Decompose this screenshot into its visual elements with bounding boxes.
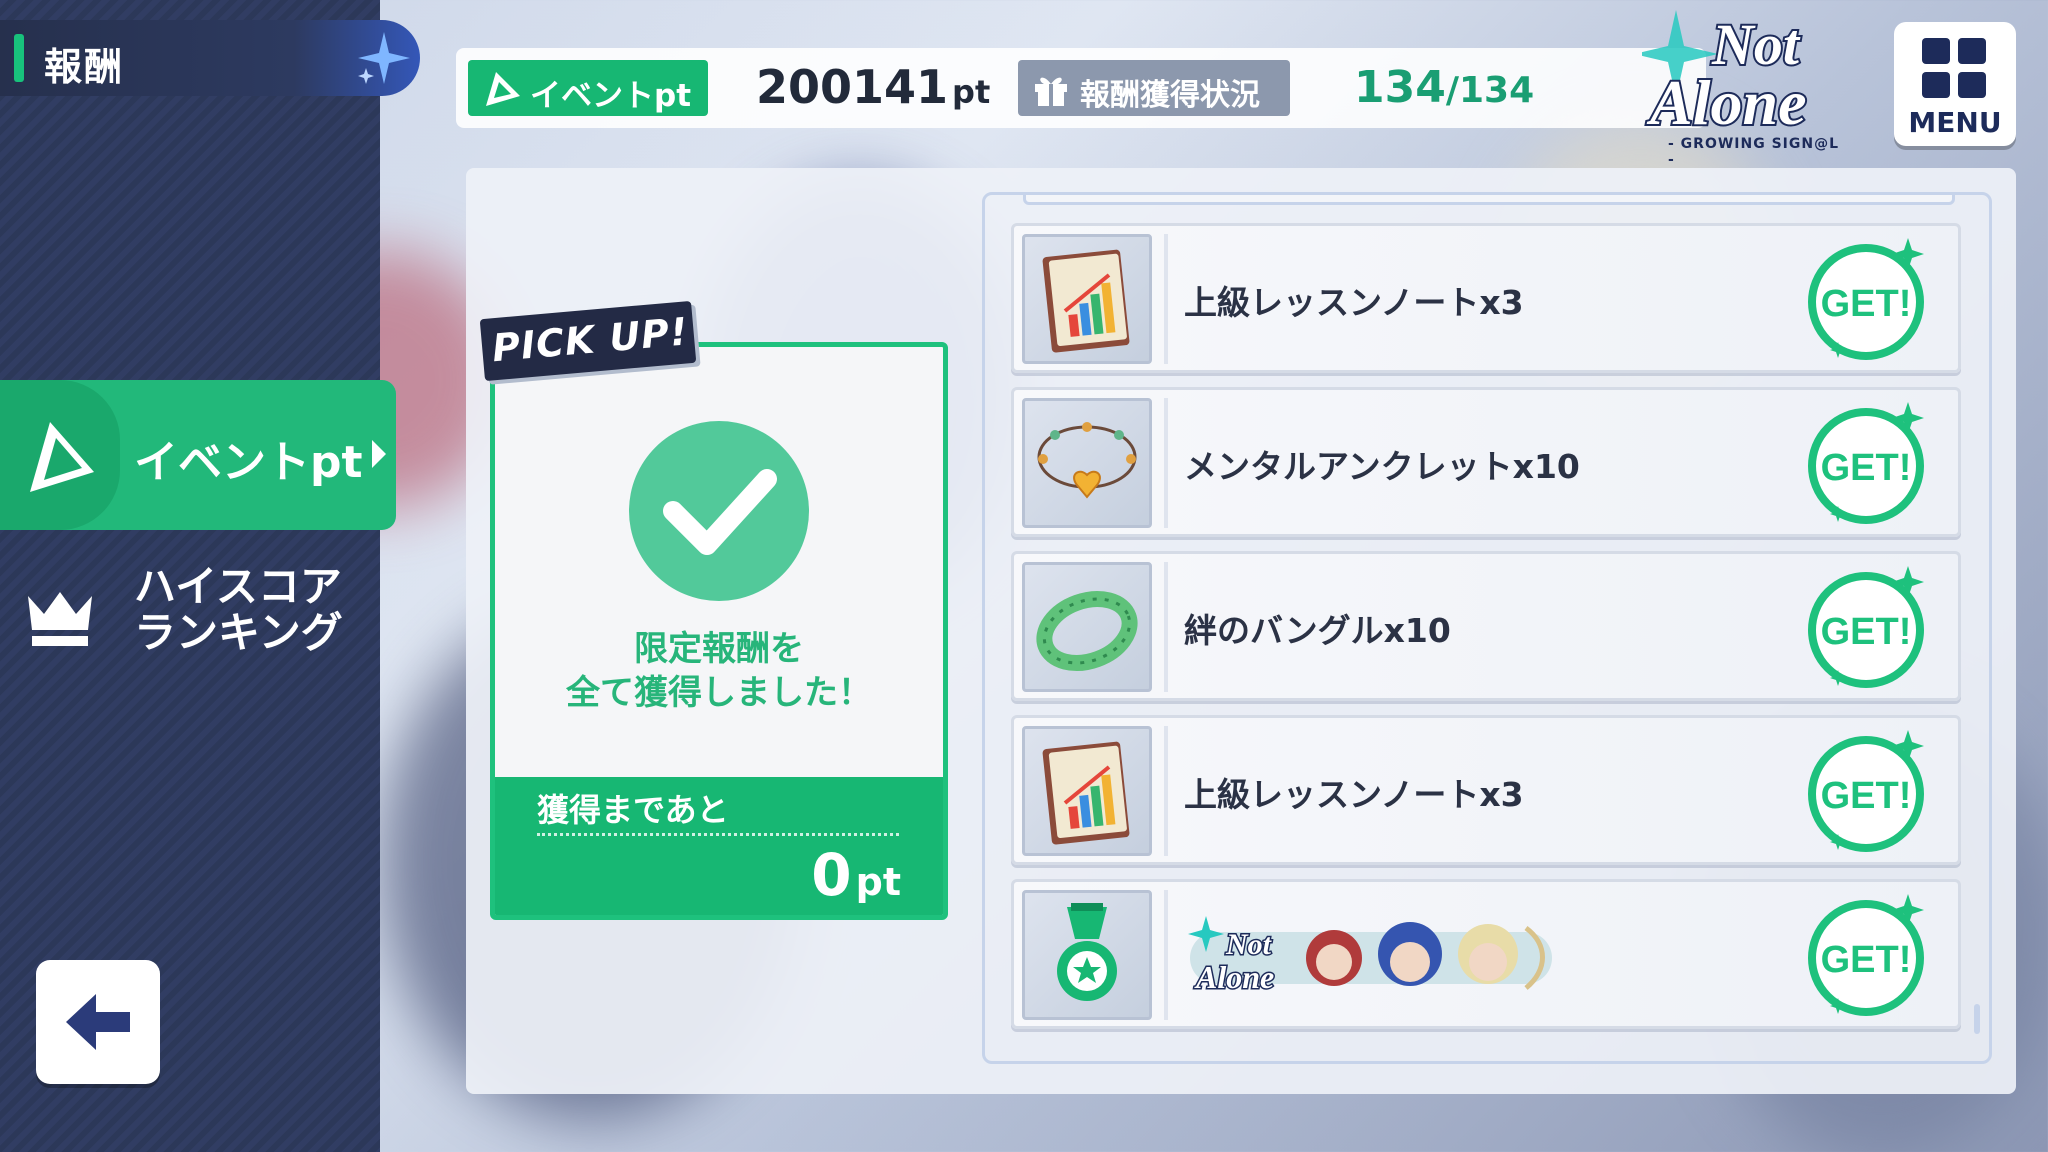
flag-icon — [486, 72, 520, 106]
remaining-number: 0 — [811, 841, 852, 909]
title-banner-image: Not Alone — [1188, 916, 1552, 997]
logo-line2: Alone — [1646, 67, 1806, 136]
get-label: GET! — [1821, 447, 1912, 489]
remaining-value: 0 pt — [811, 841, 901, 909]
banner-line2: Alone — [1194, 959, 1274, 995]
reward-name: 絆のバングルx10 — [1184, 611, 1451, 650]
gift-icon — [1035, 77, 1067, 106]
get-badge-icon: GET! — [1808, 402, 1924, 524]
nav-item-event-pt[interactable]: イベントpt — [0, 380, 396, 530]
get-label: GET! — [1821, 939, 1912, 981]
event-pt-label: イベントpt — [530, 78, 692, 114]
lesson-note-icon — [1022, 234, 1152, 364]
title-accent — [14, 34, 24, 82]
reward-count-current: 134 — [1354, 62, 1446, 113]
chevron-right-icon — [372, 440, 386, 468]
nav-item-highscore-ranking[interactable]: ハイスコア ランキング — [0, 560, 380, 670]
list-item-partial — [1023, 195, 1955, 205]
reward-status-chip: 報酬獲得状況 — [1018, 60, 1290, 116]
pickup-message-line1: 限定報酬を — [634, 629, 804, 669]
scrollbar[interactable] — [1974, 1004, 1980, 1034]
reward-row[interactable]: 絆のバングルx10 GET! — [1011, 551, 1961, 701]
reward-count-total: /134 — [1445, 70, 1535, 111]
get-badge-icon: GET! — [1808, 894, 1924, 1016]
screen-title-bar: 報酬 — [0, 20, 420, 96]
bangle-icon — [1022, 562, 1152, 692]
reward-list[interactable]: 上級レッスンノートx3 GET! メンタルアンクレットx10 GET! 絆のバン… — [982, 192, 1992, 1064]
checkmark-icon — [629, 421, 809, 601]
lesson-note-icon — [1022, 726, 1152, 856]
logo-sparkle-icon: Not Alone — [1634, 10, 1808, 140]
row-divider — [1164, 562, 1168, 692]
crown-icon — [28, 592, 92, 646]
row-divider — [1164, 890, 1168, 1020]
reward-name: メンタルアンクレットx10 — [1184, 447, 1580, 486]
event-pt-unit: pt — [952, 73, 991, 111]
reward-row[interactable]: 上級レッスンノートx3 GET! — [1011, 715, 1961, 865]
get-badge-icon: GET! — [1808, 730, 1924, 852]
reward-status-label: 報酬獲得状況 — [1080, 78, 1260, 113]
header-bar: イベントpt 200141 pt 報酬獲得状況 134/134 — [456, 48, 1706, 128]
get-badge-icon: GET! — [1808, 566, 1924, 688]
remaining-unit: pt — [855, 860, 901, 904]
reward-count: 134/134 — [1354, 62, 1534, 113]
grid-icon — [1922, 38, 1986, 98]
menu-button[interactable]: MENU — [1894, 22, 2016, 146]
get-badge-icon: GET! — [1808, 238, 1924, 360]
pickup-card: 限定報酬を 全て獲得しました！ 獲得まであと 0 pt — [490, 342, 948, 920]
screen-title: 報酬 — [44, 45, 125, 89]
event-pt-chip: イベントpt — [468, 60, 708, 116]
pickup-tag-label: PICK UP! — [490, 309, 691, 371]
menu-label: MENU — [1908, 106, 2002, 139]
get-label: GET! — [1821, 611, 1912, 653]
row-divider — [1164, 726, 1168, 856]
get-label: GET! — [1821, 283, 1912, 325]
back-button[interactable] — [36, 960, 160, 1084]
row-divider — [1164, 234, 1168, 364]
anklet-icon — [1022, 398, 1152, 528]
flag-icon — [30, 422, 94, 492]
event-pt-value: 200141 pt — [756, 60, 990, 114]
remaining-section: 獲得まであと 0 pt — [495, 777, 943, 915]
reward-row[interactable]: メンタルアンクレットx10 GET! — [1011, 387, 1961, 537]
event-logo: Not Alone - GROWING SIGN@L - — [1634, 6, 1842, 168]
flag-icon-bg — [0, 380, 120, 530]
logo-subtitle: - GROWING SIGN@L - — [1668, 136, 1840, 168]
reward-row[interactable]: 上級レッスンノートx3 GET! — [1011, 223, 1961, 373]
remaining-label: 獲得まであと — [537, 791, 729, 829]
nav-item-label: ハイスコア ランキング — [134, 562, 343, 657]
nav-item-label: イベントpt — [134, 437, 363, 488]
banner-line1: Not — [1225, 928, 1273, 961]
event-pt-number: 200141 — [756, 60, 949, 114]
medal-icon — [1022, 890, 1152, 1020]
arrow-left-icon — [66, 994, 130, 1050]
row-divider — [1164, 398, 1168, 528]
reward-name: 上級レッスンノートx3 — [1184, 775, 1524, 814]
dotted-divider — [537, 833, 899, 836]
get-label: GET! — [1821, 775, 1912, 817]
sparkle-icon — [358, 32, 410, 84]
pickup-message: 限定報酬を 全て獲得しました！ — [495, 627, 943, 715]
reward-row[interactable]: Not Alone GET! — [1011, 879, 1961, 1029]
pickup-message-line2: 全て獲得しました！ — [566, 673, 872, 713]
reward-name: 上級レッスンノートx3 — [1184, 283, 1524, 322]
